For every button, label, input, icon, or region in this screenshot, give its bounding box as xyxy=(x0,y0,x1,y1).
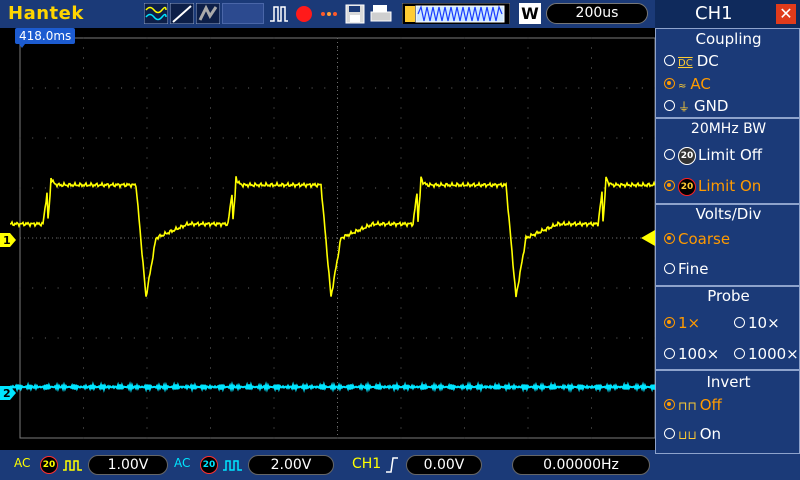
probe-section: Probe 1× 10× 100× 1000× xyxy=(655,286,800,370)
ch2-scale[interactable]: 2.00V xyxy=(248,455,334,475)
bottom-status-bar: AC 20 1.00V AC 20 2.00V CH1 0.00V 0.0000… xyxy=(0,450,655,480)
limit-off-label: Limit Off xyxy=(698,146,763,164)
panel-title: CH1 xyxy=(695,3,733,24)
invert-off-label: Off xyxy=(699,396,722,414)
ch2-marker-label: 2 xyxy=(3,387,11,400)
timebase-display[interactable]: 200us xyxy=(546,3,648,24)
coupling-title: Coupling xyxy=(695,30,762,48)
probe-title: Probe xyxy=(707,287,750,305)
voltsdiv-section: Volts/Div Coarse Fine xyxy=(655,204,800,286)
bw20-icon: 20 xyxy=(678,146,696,165)
ch1-scale[interactable]: 1.00V xyxy=(88,455,168,475)
persistence-icon[interactable] xyxy=(196,3,220,24)
coupling-ac-option[interactable]: ≈ AC xyxy=(664,75,711,93)
ch1-bw-limit-icon: 20 xyxy=(40,456,58,474)
ch2-marker[interactable]: 2 xyxy=(0,386,16,400)
close-button[interactable]: ✕ xyxy=(776,4,796,24)
coupling-gnd-option[interactable]: ⏚ GND xyxy=(664,97,728,115)
bw20-limit-icon: 20 xyxy=(678,177,696,196)
coupling-section: Coupling DC DC ≈ AC ⏚ GND xyxy=(655,28,800,118)
ground-icon: ⏚ xyxy=(678,100,691,114)
brand-logo: Hantek xyxy=(8,3,84,24)
invert-off-icon: ⊓⊓ xyxy=(678,399,697,413)
top-toolbar: Hantek W 200us xyxy=(0,0,655,28)
probe-1x-option[interactable]: 1× xyxy=(664,314,700,332)
probe-10x-label: 10× xyxy=(748,314,780,332)
trigger-level-marker[interactable] xyxy=(641,230,655,246)
frequency-readout: 0.00000Hz xyxy=(512,455,650,475)
ch2-pulse-icon xyxy=(223,460,242,471)
bandwidth-section: 20MHz BW 20 Limit Off 20 Limit On xyxy=(655,118,800,204)
ch2-bw-limit-icon: 20 xyxy=(200,456,218,474)
coarse-option[interactable]: Coarse xyxy=(664,230,730,248)
coupling-dc-option[interactable]: DC DC xyxy=(664,52,719,70)
save-icon[interactable] xyxy=(344,3,366,24)
invert-on-label: On xyxy=(699,425,722,443)
invert-off-option[interactable]: ⊓⊓ Off xyxy=(664,396,722,414)
probe-1x-label: 1× xyxy=(678,314,701,332)
acq-mode-badge[interactable]: W xyxy=(519,3,541,24)
cursor-icon[interactable] xyxy=(170,3,194,24)
invert-title: Invert xyxy=(706,373,751,391)
dots-icon[interactable] xyxy=(318,3,340,24)
coupling-gnd-label: GND xyxy=(694,97,729,115)
ch1-pulse-icon xyxy=(63,460,82,471)
coupling-dc-label: DC xyxy=(696,52,719,70)
trigger-level[interactable]: 0.00V xyxy=(406,455,482,475)
print-icon[interactable] xyxy=(370,3,394,24)
probe-1000x-label: 1000× xyxy=(748,345,799,363)
coupling-ac-label: AC xyxy=(690,75,711,93)
ch1-marker[interactable]: 1 xyxy=(0,233,16,247)
acquire-icon[interactable] xyxy=(402,3,510,24)
rising-edge-icon[interactable] xyxy=(385,456,399,474)
ac-icon: ≈ xyxy=(678,81,687,92)
voltsdiv-title: Volts/Div xyxy=(695,205,762,223)
invert-on-icon: ⊔⊔ xyxy=(678,428,697,442)
limit-on-label: Limit On xyxy=(698,177,762,195)
ch1-trace xyxy=(10,176,655,298)
probe-100x-label: 100× xyxy=(678,345,720,363)
fine-label: Fine xyxy=(678,260,709,278)
limit-off-option[interactable]: 20 Limit Off xyxy=(664,146,762,165)
bandwidth-title: 20MHz BW xyxy=(690,121,767,137)
probe-100x-option[interactable]: 100× xyxy=(664,345,719,363)
ch1-coupling-ac-icon: AC xyxy=(14,456,31,470)
pulse-icon[interactable] xyxy=(268,3,290,24)
waveform-icon[interactable] xyxy=(144,3,168,24)
ch2-coupling-ac-icon: AC xyxy=(174,456,191,470)
ch2-trace xyxy=(10,381,655,393)
dc-icon: DC xyxy=(678,58,693,69)
trigger-source[interactable]: CH1 xyxy=(352,456,381,472)
coarse-label: Coarse xyxy=(678,230,731,248)
status-blank xyxy=(222,3,264,24)
probe-10x-option[interactable]: 10× xyxy=(734,314,780,332)
invert-section: Invert ⊓⊓ Off ⊔⊔ On xyxy=(655,370,800,454)
record-icon[interactable] xyxy=(294,3,314,24)
limit-on-option[interactable]: 20 Limit On xyxy=(664,177,761,196)
invert-on-option[interactable]: ⊔⊔ On xyxy=(664,425,721,443)
trigger-position-marker[interactable] xyxy=(16,40,28,50)
graticule xyxy=(10,37,655,439)
probe-1000x-option[interactable]: 1000× xyxy=(734,345,799,363)
fine-option[interactable]: Fine xyxy=(664,260,708,278)
waveform-screen[interactable] xyxy=(10,28,655,450)
ch1-marker-label: 1 xyxy=(3,234,11,247)
